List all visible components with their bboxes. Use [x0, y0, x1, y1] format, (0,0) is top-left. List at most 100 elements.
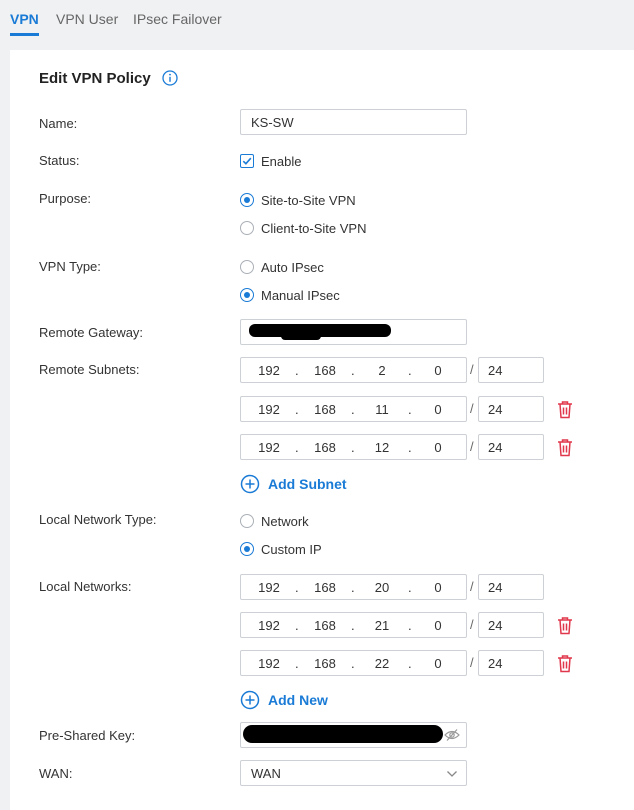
octet: 20: [374, 580, 390, 595]
radio-selected[interactable]: [240, 193, 254, 207]
dot-separator: .: [408, 580, 412, 595]
ip-address-input[interactable]: 192 . 168 . 20 . 0: [240, 574, 467, 600]
active-tab-indicator: [10, 33, 39, 36]
tab-vpn[interactable]: VPN: [10, 11, 39, 27]
radio-selected[interactable]: [240, 288, 254, 302]
octet: 192: [258, 580, 280, 595]
status-enable-checkbox[interactable]: Enable: [240, 152, 301, 170]
octet: 192: [258, 402, 280, 417]
tab-ipsec-failover[interactable]: IPsec Failover: [133, 11, 222, 27]
octet: 0: [434, 402, 442, 417]
subnet-mask-input[interactable]: 24: [478, 396, 544, 422]
slash-separator: /: [470, 362, 474, 377]
radio-selected[interactable]: [240, 542, 254, 556]
subnet-mask-input[interactable]: 24: [478, 434, 544, 460]
trash-icon[interactable]: [556, 616, 574, 635]
dot-separator: .: [295, 363, 299, 378]
dot-separator: .: [295, 656, 299, 671]
dot-separator: .: [408, 618, 412, 633]
tab-bar: VPN VPN User IPsec Failover: [0, 0, 634, 36]
octet: 168: [314, 402, 336, 417]
dot-separator: .: [408, 363, 412, 378]
dot-separator: .: [351, 402, 355, 417]
status-label: Status:: [39, 153, 80, 168]
octet: 0: [434, 363, 442, 378]
edit-vpn-policy-panel: Edit VPN Policy Name: Status: Enable Pur…: [10, 50, 634, 810]
pre-shared-key-label: Pre-Shared Key:: [39, 728, 136, 743]
vpn-type-auto-ipsec-radio[interactable]: Auto IPsec: [240, 258, 324, 276]
ip-address-input[interactable]: 192 . 168 . 21 . 0: [240, 612, 467, 638]
local-network-type-custom-ip-radio[interactable]: Custom IP: [240, 540, 322, 558]
radio-unselected[interactable]: [240, 260, 254, 274]
octet: 12: [374, 440, 390, 455]
slash-separator: /: [470, 655, 474, 670]
plus-circle-icon: [240, 690, 260, 710]
octet: 192: [258, 618, 280, 633]
radio-unselected[interactable]: [240, 221, 254, 235]
remote-gateway-label: Remote Gateway:: [39, 325, 144, 340]
info-icon[interactable]: [162, 70, 178, 86]
ip-address-input[interactable]: 192 . 168 . 12 . 0: [240, 434, 467, 460]
slash-separator: /: [470, 439, 474, 454]
subnet-mask-input[interactable]: 24: [478, 357, 544, 383]
octet: 192: [258, 363, 280, 378]
tab-vpn-user[interactable]: VPN User: [56, 11, 118, 27]
dot-separator: .: [408, 440, 412, 455]
radio-unselected[interactable]: [240, 514, 254, 528]
add-new-label: Add New: [268, 692, 328, 708]
octet: 168: [314, 580, 336, 595]
ip-address-input[interactable]: 192 . 168 . 22 . 0: [240, 650, 467, 676]
dot-separator: .: [351, 656, 355, 671]
octet: 0: [434, 618, 442, 633]
page-title: Edit VPN Policy: [39, 70, 151, 87]
add-new-button[interactable]: Add New: [240, 690, 328, 710]
octet: 0: [434, 440, 442, 455]
dot-separator: .: [295, 402, 299, 417]
subnet-mask-input[interactable]: 24: [478, 650, 544, 676]
network-label: Network: [261, 513, 309, 529]
dot-separator: .: [295, 440, 299, 455]
purpose-site-to-site-radio[interactable]: Site-to-Site VPN: [240, 191, 356, 209]
site-to-site-label: Site-to-Site VPN: [261, 192, 356, 208]
client-to-site-label: Client-to-Site VPN: [261, 220, 367, 236]
octet: 192: [258, 656, 280, 671]
trash-icon[interactable]: [556, 438, 574, 457]
enable-label: Enable: [261, 153, 302, 169]
octet: 0: [434, 580, 442, 595]
slash-separator: /: [470, 579, 474, 594]
checkbox-checked[interactable]: [240, 154, 254, 168]
wan-select[interactable]: WAN: [240, 760, 467, 786]
trash-icon[interactable]: [556, 654, 574, 673]
manual-ipsec-label: Manual IPsec: [261, 287, 340, 303]
name-field[interactable]: [240, 109, 467, 135]
octet: 21: [374, 618, 390, 633]
octet: 0: [434, 656, 442, 671]
dot-separator: .: [408, 402, 412, 417]
vpn-type-manual-ipsec-radio[interactable]: Manual IPsec: [240, 286, 340, 304]
redaction-mark: [243, 725, 443, 743]
ip-address-input[interactable]: 192 . 168 . 11 . 0: [240, 396, 467, 422]
octet: 2: [378, 363, 386, 378]
ip-address-input[interactable]: 192 . 168 . 2 . 0: [240, 357, 467, 383]
subnet-mask-input[interactable]: 24: [478, 612, 544, 638]
octet: 11: [375, 402, 389, 417]
dot-separator: .: [295, 618, 299, 633]
wan-select-value: WAN: [251, 766, 281, 781]
slash-separator: /: [470, 617, 474, 632]
local-networks-label: Local Networks:: [39, 579, 132, 594]
add-subnet-button[interactable]: Add Subnet: [240, 474, 347, 494]
local-network-type-network-radio[interactable]: Network: [240, 512, 309, 530]
add-subnet-label: Add Subnet: [268, 476, 347, 492]
pre-shared-key-field[interactable]: [240, 722, 467, 748]
octet: 168: [314, 656, 336, 671]
trash-icon[interactable]: [556, 400, 574, 419]
octet: 192: [258, 440, 280, 455]
local-network-type-label: Local Network Type:: [39, 512, 157, 527]
eye-slash-icon[interactable]: [444, 728, 460, 742]
remote-subnets-label: Remote Subnets:: [39, 362, 140, 377]
auto-ipsec-label: Auto IPsec: [261, 259, 324, 275]
subnet-mask-input[interactable]: 24: [478, 574, 544, 600]
purpose-client-to-site-radio[interactable]: Client-to-Site VPN: [240, 219, 366, 237]
dot-separator: .: [351, 580, 355, 595]
remote-gateway-field[interactable]: [240, 319, 467, 345]
